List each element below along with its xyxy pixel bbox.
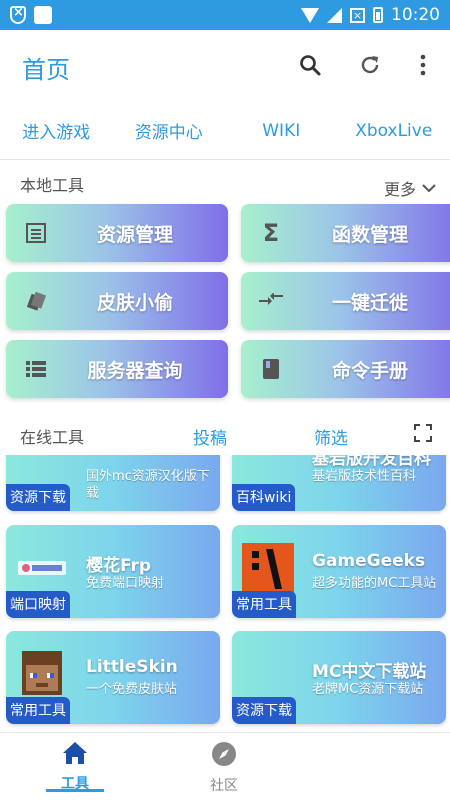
card-badge: 百科wiki	[232, 484, 296, 511]
tool-function-manager[interactable]: Σ 函数管理	[241, 204, 450, 262]
online-tool-card[interactable]: LittleSkin 一个免费皮肤站 常用工具	[6, 631, 220, 724]
card-desc: 老牌MC资源下载站	[312, 682, 424, 697]
notification-icon	[34, 6, 52, 24]
tab-resources[interactable]: 资源中心	[114, 118, 224, 143]
card-desc: 基岩版技术性百科	[312, 469, 417, 484]
card-name: MC中文下载站	[312, 662, 427, 682]
littleskin-avatar	[16, 649, 68, 701]
card-name: 樱花Frp	[86, 556, 152, 576]
card-desc: 国外mc资源汉化版下载	[86, 469, 210, 501]
chevron-down-icon	[422, 184, 436, 193]
compass-icon	[212, 742, 236, 766]
nav-tools[interactable]: 工具	[35, 741, 115, 793]
more-button[interactable]: 更多	[384, 176, 436, 200]
book-icon	[241, 358, 301, 380]
signal-icon	[327, 7, 342, 23]
card-badge: 资源下载	[6, 484, 70, 511]
online-tool-card[interactable]: 国外mc资源汉化版下载 资源下载	[6, 455, 220, 511]
tool-skin-stealer[interactable]: 皮肤小偷	[6, 272, 228, 330]
cards-icon	[6, 290, 66, 312]
online-tools-grid: 国外mc资源汉化版下载 资源下载 基岩版开发百科 基岩版技术性百科 百科wiki…	[0, 455, 450, 732]
main-tabs: 进入游戏 资源中心 WIKI XboxLive	[0, 102, 450, 160]
shield-icon	[10, 5, 26, 24]
tab-xboxlive[interactable]: XboxLive	[339, 121, 449, 141]
tool-label: 命令手册	[331, 359, 408, 382]
tool-label: 函数管理	[331, 223, 408, 246]
tool-label: 资源管理	[96, 223, 173, 246]
tool-one-click-migrate[interactable]: 一键迁徙	[241, 272, 450, 330]
tool-label: 一键迁徙	[331, 291, 408, 314]
card-name: GameGeeks	[312, 551, 426, 571]
card-badge: 资源下载	[232, 697, 296, 724]
sim-icon: ×	[350, 7, 365, 23]
tool-server-query[interactable]: 服务器查询	[6, 340, 228, 398]
card-desc: 超多功能的MC工具站	[312, 576, 437, 591]
tab-wiki[interactable]: WIKI	[226, 121, 336, 141]
app-bar: 首页	[0, 30, 450, 102]
page-title: 首页	[22, 56, 70, 84]
search-icon[interactable]	[295, 50, 325, 80]
online-tool-card[interactable]: MC中文下载站 老牌MC资源下载站 资源下载	[232, 631, 446, 724]
card-badge: 端口映射	[6, 591, 70, 618]
tab-play[interactable]: 进入游戏	[1, 118, 111, 143]
tool-label: 服务器查询	[87, 359, 183, 382]
list-box-icon	[6, 222, 66, 244]
card-badge: 常用工具	[232, 591, 296, 618]
list-icon	[6, 360, 66, 378]
more-vert-icon[interactable]	[408, 50, 438, 80]
more-label: 更多	[383, 180, 416, 199]
wifi-icon	[301, 7, 319, 23]
battery-icon	[373, 7, 383, 23]
nav-indicator	[46, 789, 104, 792]
card-desc: 一个免费皮肤站	[86, 682, 178, 697]
gamegeeks-logo	[242, 543, 294, 595]
card-badge: 常用工具	[6, 697, 70, 724]
card-name: 基岩版开发百科	[312, 455, 431, 469]
online-tool-card[interactable]: 樱花Frp 免费端口映射 端口映射	[6, 525, 220, 618]
sigma-icon: Σ	[262, 219, 280, 247]
filter-link[interactable]: 筛选	[314, 424, 348, 449]
sakura-frp-logo	[16, 543, 68, 595]
arrows-in-icon	[241, 293, 301, 309]
status-bar: × 10:20	[0, 0, 450, 30]
submit-link[interactable]: 投稿	[193, 424, 227, 449]
tool-command-manual[interactable]: 命令手册	[241, 340, 450, 398]
local-tools-label: 本地工具	[20, 176, 85, 195]
online-tools-header: 在线工具 投稿 筛选	[0, 414, 450, 454]
card-desc: 免费端口映射	[86, 576, 165, 591]
local-tools-header: 本地工具 更多	[0, 164, 450, 200]
watermark-overlay	[322, 748, 450, 800]
online-tool-card[interactable]: GameGeeks 超多功能的MC工具站 常用工具	[232, 525, 446, 618]
nav-community[interactable]: 社区	[184, 741, 264, 795]
card-name: LittleSkin	[86, 657, 178, 677]
online-tools-label: 在线工具	[20, 428, 85, 447]
nav-label: 社区	[210, 778, 238, 794]
refresh-icon[interactable]	[355, 50, 385, 80]
tool-resource-manager[interactable]: 资源管理	[6, 204, 228, 262]
home-icon	[63, 742, 87, 764]
tool-label: 皮肤小偷	[96, 291, 173, 314]
online-tool-card[interactable]: 基岩版开发百科 基岩版技术性百科 百科wiki	[232, 455, 446, 511]
status-time: 10:20	[391, 5, 440, 25]
fullscreen-icon[interactable]	[414, 424, 432, 442]
